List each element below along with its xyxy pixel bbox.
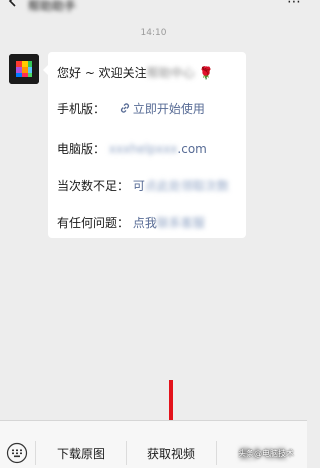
pc-domain-blurred: xxxhelpxxx xyxy=(108,142,178,156)
questions-link[interactable]: 点我联系客服 xyxy=(133,216,205,230)
questions-link-prefix: 点我 xyxy=(132,216,157,230)
rose-icon: 🌹 xyxy=(198,66,214,80)
questions-link-blurred: 联系客服 xyxy=(156,216,205,230)
avatar[interactable] xyxy=(9,54,39,84)
account-name: 帮助中心 xyxy=(146,66,195,80)
insufficient-link[interactable]: 可点此处领取次数 xyxy=(133,179,229,193)
pc-label: 电脑版： xyxy=(57,142,106,156)
more-icon[interactable]: ⋯ xyxy=(287,0,301,10)
chat-screen: 帮助助手 ⋯ 14:10 您好 ~ 欢迎关注帮助中心 🌹 手机版： 立即开始使用… xyxy=(0,0,307,468)
pc-domain-suffix: .com xyxy=(177,142,207,156)
link-icon xyxy=(120,103,129,113)
questions-line: 有任何问题： 点我联系客服 xyxy=(57,214,205,231)
watermark-text: 头条@电脑技术 xyxy=(238,449,294,458)
insufficient-link-blurred: 点此处领取次数 xyxy=(144,179,229,193)
mobile-start-link[interactable]: 立即开始使用 xyxy=(133,102,205,116)
top-bar: 帮助助手 ⋯ xyxy=(0,0,307,14)
menu-divider xyxy=(35,441,36,465)
questions-label: 有任何问题： xyxy=(57,216,130,230)
menu-divider xyxy=(126,441,127,465)
chat-title: 帮助助手 xyxy=(28,0,77,13)
insufficient-link-prefix: 可 xyxy=(132,179,145,193)
back-icon[interactable] xyxy=(6,0,20,8)
message-timestamp: 14:10 xyxy=(140,28,167,38)
pc-line: 电脑版： xxxhelpxxx.com xyxy=(57,140,207,157)
bottom-menu-bar: 下载原图 获取视频 更多功能 xyxy=(0,420,307,468)
insufficient-label: 当次数不足： xyxy=(57,179,130,193)
mobile-line: 手机版： 立即开始使用 xyxy=(57,100,205,117)
insufficient-line: 当次数不足： 可点此处领取次数 xyxy=(57,177,229,194)
menu-divider xyxy=(216,441,217,465)
greeting-line: 您好 ~ 欢迎关注帮助中心 🌹 xyxy=(57,64,213,81)
get-video-button[interactable]: 获取视频 xyxy=(134,445,208,462)
download-original-button[interactable]: 下载原图 xyxy=(46,445,116,462)
greeting-text: 您好 ~ 欢迎关注 xyxy=(57,66,147,80)
pc-website-link[interactable]: xxxhelpxxx.com xyxy=(109,142,207,156)
message-bubble: 您好 ~ 欢迎关注帮助中心 🌹 手机版： 立即开始使用 电脑版： xxxhelp… xyxy=(43,52,246,238)
keyboard-icon[interactable] xyxy=(6,442,28,464)
colorful-logo-icon xyxy=(9,54,39,84)
mobile-label: 手机版： xyxy=(57,102,106,116)
